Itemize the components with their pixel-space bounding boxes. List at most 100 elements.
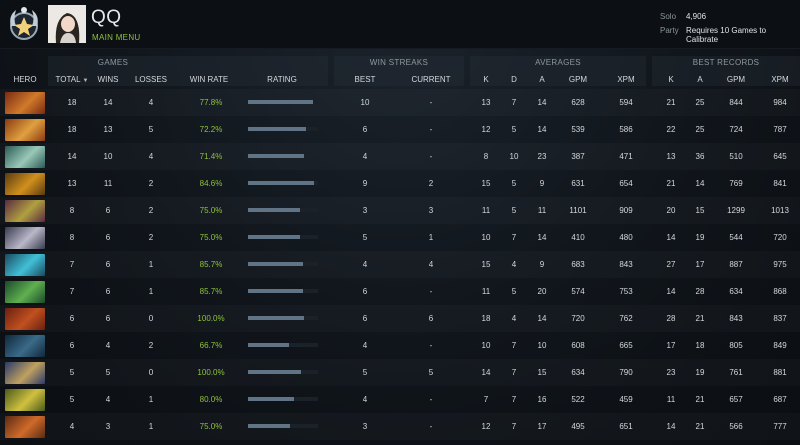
averages-title: AVERAGES — [535, 58, 581, 67]
hero-portrait-icon[interactable] — [5, 281, 45, 303]
hero-portrait-icon[interactable] — [5, 362, 45, 384]
cell-bgpm: 634 — [729, 287, 743, 296]
avatar[interactable] — [48, 5, 86, 43]
cell-total: 18 — [67, 125, 77, 134]
col-best-a[interactable]: A — [680, 75, 720, 84]
cell-ba: 19 — [695, 233, 705, 242]
hero-portrait-icon[interactable] — [5, 200, 45, 222]
cell-losses: 1 — [148, 422, 154, 431]
col-best-streak[interactable]: BEST — [345, 75, 385, 84]
cell-bxpm: 777 — [773, 422, 787, 431]
cell-gpm: 634 — [571, 368, 585, 377]
cell-losses: 2 — [148, 233, 154, 242]
cell-current: - — [429, 341, 433, 350]
cell-current: - — [429, 287, 433, 296]
hero-portrait-icon[interactable] — [5, 146, 45, 168]
table-row[interactable]: 5 5 0 100.0% 5 5 14 7 15 634 790 23 19 761 881 — [0, 359, 800, 386]
table-row[interactable]: 18 14 4 77.8% 10-13 7 14 628 594 21 25 844 984 — [0, 89, 800, 116]
cell-gpm: 539 — [571, 125, 585, 134]
cell-total: 5 — [69, 395, 75, 404]
hero-portrait-icon[interactable] — [5, 308, 45, 330]
games-title: GAMES — [97, 58, 129, 67]
cell-bxpm: 1013 — [771, 206, 789, 215]
table-row[interactable]: 13 11 2 84.6% 9 2 15 5 9 631 654 21 14 769 841 — [0, 170, 800, 197]
cell-best: 6 — [362, 287, 368, 296]
table-row[interactable]: 14 10 4 71.4% 4-8 10 23 387 471 13 36 510 645 — [0, 143, 800, 170]
hero-portrait-icon[interactable] — [5, 389, 45, 411]
hero-portrait-icon[interactable] — [5, 254, 45, 276]
col-hero[interactable]: HERO — [5, 75, 45, 84]
cell-current: 5 — [428, 368, 434, 377]
cell-a: 14 — [537, 314, 547, 323]
cell-best: 6 — [362, 314, 368, 323]
col-current-streak[interactable]: CURRENT — [406, 75, 456, 84]
solo-mmr-value: 4,906 — [686, 12, 707, 21]
cell-ba: 21 — [695, 422, 705, 431]
cell-win-rate: 66.7% — [199, 341, 223, 350]
col-rating[interactable]: RATING — [262, 75, 302, 84]
cell-a: 14 — [537, 98, 547, 107]
main-menu-link[interactable]: MAIN MENU — [92, 33, 140, 42]
table-row[interactable]: 7 6 1 85.7% 4 4 15 4 9 683 843 27 17 887 975 — [0, 251, 800, 278]
hero-portrait-icon[interactable] — [5, 416, 45, 438]
cell-wins: 11 — [103, 179, 113, 188]
table-row[interactable]: 18 13 5 72.2% 6-12 5 14 539 586 22 25 724 787 — [0, 116, 800, 143]
cell-a: 16 — [537, 395, 547, 404]
col-avg-xpm[interactable]: XPM — [606, 75, 646, 84]
cell-xpm: 480 — [619, 233, 633, 242]
col-win-rate[interactable]: WIN RATE — [184, 75, 234, 84]
cell-xpm: 471 — [619, 152, 633, 161]
cell-ba: 19 — [695, 368, 705, 377]
cell-win-rate: 85.7% — [199, 260, 223, 269]
rating-bar-fill — [248, 154, 304, 158]
cell-xpm: 753 — [619, 287, 633, 296]
cell-best: 5 — [362, 233, 368, 242]
cell-current: - — [429, 422, 433, 431]
cell-bgpm: 769 — [729, 179, 743, 188]
cell-total: 5 — [69, 368, 75, 377]
cell-current: 4 — [428, 260, 434, 269]
table-row[interactable]: 4 3 1 75.0% 3-12 7 17 495 651 14 21 566 777 — [0, 413, 800, 440]
col-total[interactable]: TOTAL ▼ — [52, 75, 92, 84]
hero-portrait-icon[interactable] — [5, 173, 45, 195]
col-losses[interactable]: LOSSES — [131, 75, 171, 84]
hero-portrait-icon[interactable] — [5, 335, 45, 357]
cell-bxpm: 645 — [773, 152, 787, 161]
cell-win-rate: 72.2% — [199, 125, 223, 134]
cell-current: 3 — [428, 206, 434, 215]
rating-bar — [248, 289, 318, 293]
col-best-gpm[interactable]: GPM — [716, 75, 756, 84]
table-row[interactable]: 8 6 2 75.0% 3 3 11 5 11 1101 909 20 15 1299 1013 — [0, 197, 800, 224]
table-row[interactable]: 6 4 2 66.7% 4-10 7 10 608 665 17 18 805 849 — [0, 332, 800, 359]
table-row[interactable]: 8 6 2 75.0% 5 1 10 7 14 410 480 14 19 544 720 — [0, 224, 800, 251]
table-row[interactable]: 6 6 0 100.0% 6 6 18 4 14 720 762 28 21 843 837 — [0, 305, 800, 332]
cell-bxpm: 881 — [773, 368, 787, 377]
cell-win-rate: 75.0% — [199, 233, 223, 242]
table-row[interactable]: 7 6 1 85.7% 6-11 5 20 574 753 14 28 634 868 — [0, 278, 800, 305]
hero-portrait-icon[interactable] — [5, 227, 45, 249]
col-avg-a[interactable]: A — [522, 75, 562, 84]
col-wins[interactable]: WINS — [88, 75, 128, 84]
rating-bar-fill — [248, 316, 304, 320]
cell-xpm: 909 — [619, 206, 633, 215]
rank-medal-icon — [10, 7, 38, 40]
col-best-xpm[interactable]: XPM — [760, 75, 800, 84]
cell-win-rate: 100.0% — [197, 314, 225, 323]
cell-losses: 0 — [148, 368, 154, 377]
rating-bar — [248, 316, 318, 320]
rating-bar-fill — [248, 397, 294, 401]
cell-current: 1 — [428, 233, 434, 242]
rating-bar — [248, 370, 318, 374]
hero-portrait-icon[interactable] — [5, 119, 45, 141]
rating-bar-fill — [248, 235, 300, 239]
cell-bgpm: 1299 — [727, 206, 745, 215]
rating-bar — [248, 100, 318, 104]
cell-win-rate: 75.0% — [199, 422, 223, 431]
cell-bgpm: 510 — [729, 152, 743, 161]
cell-win-rate: 75.0% — [199, 206, 223, 215]
table-row[interactable]: 5 4 1 80.0% 4-7 7 16 522 459 11 21 657 687 — [0, 386, 800, 413]
col-avg-gpm[interactable]: GPM — [558, 75, 598, 84]
cell-ba: 21 — [695, 395, 705, 404]
cell-a: 14 — [537, 125, 547, 134]
hero-portrait-icon[interactable] — [5, 92, 45, 114]
